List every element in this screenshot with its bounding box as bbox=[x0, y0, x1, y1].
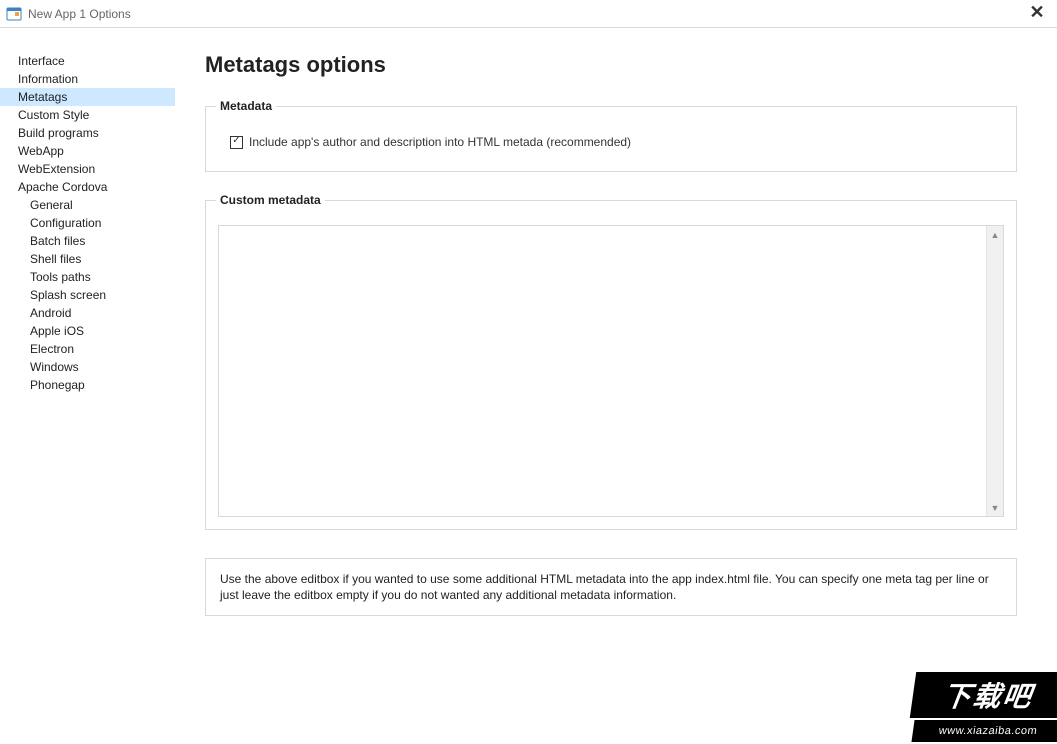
custom-metadata-group-legend: Custom metadata bbox=[216, 193, 325, 207]
scroll-down-icon[interactable]: ▼ bbox=[987, 499, 1003, 516]
sidebar-item-android[interactable]: Android bbox=[0, 304, 175, 322]
sidebar-item-batch-files[interactable]: Batch files bbox=[0, 232, 175, 250]
metadata-group-legend: Metadata bbox=[216, 99, 276, 113]
sidebar-item-interface[interactable]: Interface bbox=[0, 52, 175, 70]
sidebar-item-apache-cordova[interactable]: Apache Cordova bbox=[0, 178, 175, 196]
include-metadata-checkbox[interactable] bbox=[230, 136, 243, 149]
sidebar-item-webapp[interactable]: WebApp bbox=[0, 142, 175, 160]
include-metadata-label: Include app's author and description int… bbox=[249, 135, 631, 149]
hint-text: Use the above editbox if you wanted to u… bbox=[205, 558, 1017, 616]
sidebar-item-apple-ios[interactable]: Apple iOS bbox=[0, 322, 175, 340]
custom-metadata-editbox[interactable] bbox=[219, 226, 986, 516]
scroll-up-icon[interactable]: ▲ bbox=[987, 226, 1003, 243]
sidebar-item-splash-screen[interactable]: Splash screen bbox=[0, 286, 175, 304]
window-title: New App 1 Options bbox=[28, 7, 131, 21]
sidebar-item-general[interactable]: General bbox=[0, 196, 175, 214]
close-icon[interactable]: ✕ bbox=[1025, 2, 1049, 23]
sidebar: InterfaceInformationMetatagsCustom Style… bbox=[0, 28, 175, 744]
sidebar-item-configuration[interactable]: Configuration bbox=[0, 214, 175, 232]
content-area: Metatags options Metadata Include app's … bbox=[175, 28, 1057, 744]
titlebar: New App 1 Options ✕ bbox=[0, 0, 1057, 28]
app-icon bbox=[6, 6, 22, 22]
sidebar-item-information[interactable]: Information bbox=[0, 70, 175, 88]
sidebar-item-tools-paths[interactable]: Tools paths bbox=[0, 268, 175, 286]
page-title: Metatags options bbox=[205, 52, 1017, 78]
metadata-group: Metadata Include app's author and descri… bbox=[205, 106, 1017, 172]
sidebar-item-phonegap[interactable]: Phonegap bbox=[0, 376, 175, 394]
sidebar-item-electron[interactable]: Electron bbox=[0, 340, 175, 358]
sidebar-item-custom-style[interactable]: Custom Style bbox=[0, 106, 175, 124]
sidebar-item-windows[interactable]: Windows bbox=[0, 358, 175, 376]
custom-metadata-editbox-wrap: ▲ ▼ bbox=[218, 225, 1004, 517]
custom-metadata-group: Custom metadata ▲ ▼ bbox=[205, 200, 1017, 530]
sidebar-item-shell-files[interactable]: Shell files bbox=[0, 250, 175, 268]
sidebar-item-webextension[interactable]: WebExtension bbox=[0, 160, 175, 178]
sidebar-item-build-programs[interactable]: Build programs bbox=[0, 124, 175, 142]
sidebar-item-metatags[interactable]: Metatags bbox=[0, 88, 175, 106]
editbox-scrollbar[interactable]: ▲ ▼ bbox=[986, 226, 1003, 516]
